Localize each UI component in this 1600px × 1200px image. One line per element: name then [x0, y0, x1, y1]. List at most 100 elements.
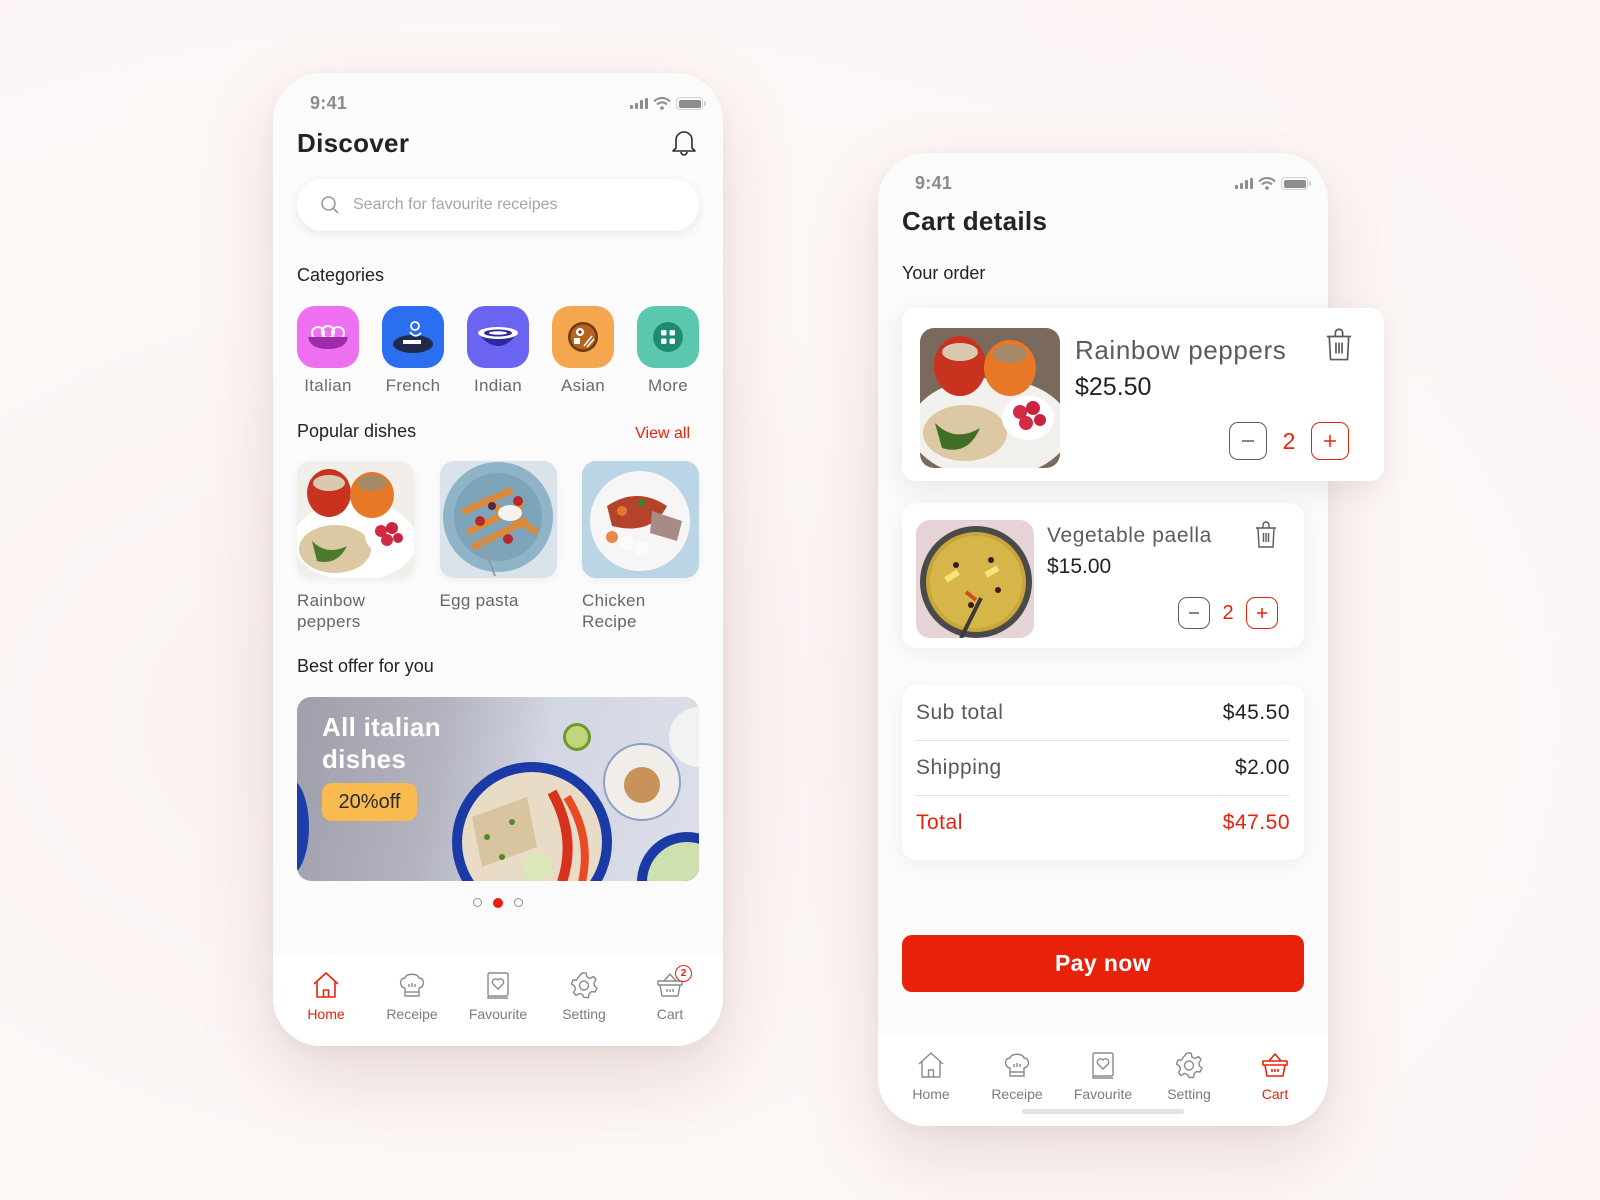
tab-label: Receipe: [386, 1006, 438, 1022]
total-value: $47.50: [1222, 811, 1290, 834]
cart-item-image-vegetable-paella: [916, 520, 1034, 638]
increase-quantity-button[interactable]: [1246, 597, 1278, 629]
tab-label: Home: [307, 1006, 345, 1022]
category-indian[interactable]: Indian: [467, 306, 529, 396]
popular-dishes-heading: Popular dishes: [297, 421, 417, 441]
dish-name: Egg pasta: [439, 591, 519, 610]
cart-item: Vegetable paella $15.00 2: [902, 503, 1304, 648]
home-icon: [918, 1052, 944, 1078]
shipping-value: $2.00: [1234, 756, 1290, 779]
bell-icon[interactable]: [667, 125, 701, 159]
search-input[interactable]: [353, 196, 673, 214]
dish-card[interactable]: Egg pasta: [439, 461, 557, 632]
signal-icon: [630, 98, 648, 109]
tab-setting[interactable]: Setting: [541, 954, 627, 1046]
dish-image-egg-pasta: [439, 461, 557, 578]
quantity-stepper: 2: [1178, 597, 1278, 629]
categories-heading: Categories: [297, 265, 385, 285]
cart-item-elevated: Rainbow peppers $25.50 2: [902, 308, 1384, 481]
tab-home[interactable]: Home: [283, 954, 369, 1046]
page-title: Cart details: [902, 206, 1048, 236]
chef-hat-icon: [1004, 1053, 1030, 1077]
tab-receipe[interactable]: Receipe: [369, 954, 455, 1046]
tab-label: Cart: [656, 1006, 684, 1022]
tab-label: Cart: [1261, 1086, 1289, 1102]
subtotal-value: $45.50: [1222, 700, 1290, 724]
pasta-bowl-icon: [297, 306, 359, 368]
tab-cart[interactable]: 2 Cart: [627, 954, 713, 1046]
quantity-value: 2: [1222, 601, 1234, 624]
shipping-row: Shipping $2.00: [916, 740, 1290, 795]
category-italian[interactable]: Italian: [297, 306, 359, 396]
search-bar[interactable]: [297, 179, 699, 231]
category-more[interactable]: More: [637, 306, 699, 396]
dish-card[interactable]: Rainbow peppers: [297, 461, 414, 632]
tab-label: Receipe: [991, 1086, 1043, 1102]
tab-favourite[interactable]: Favourite: [455, 954, 541, 1046]
decrease-quantity-button[interactable]: [1178, 597, 1210, 629]
chef-hat-icon: [399, 973, 425, 997]
discount-badge: 20%off: [322, 783, 417, 821]
basket-icon: [1262, 1053, 1288, 1077]
cart-item-name: Vegetable paella: [1047, 524, 1212, 547]
best-offer-heading: Best offer for you: [297, 656, 434, 676]
favourite-book-icon: [1092, 1052, 1114, 1079]
status-time: 9:41: [310, 93, 348, 113]
dish-image-chicken-recipe: [582, 461, 699, 578]
category-asian[interactable]: Asian: [552, 306, 614, 396]
popular-dish-list: Rainbow peppers Egg pasta Chicken Recipe: [297, 461, 699, 632]
category-french[interactable]: French: [382, 306, 444, 396]
carousel-dot-active[interactable]: [493, 898, 503, 908]
category-label: Asian: [560, 376, 606, 395]
trash-icon[interactable]: [1324, 328, 1354, 362]
discover-screen: 9:41 Discover Categories Italian: [273, 73, 723, 1046]
gear-icon: [570, 972, 598, 999]
pay-now-button[interactable]: Pay now: [902, 935, 1304, 992]
carousel-dot[interactable]: [473, 898, 482, 907]
tab-label: Setting: [1167, 1086, 1211, 1102]
tab-label: Favourite: [468, 1006, 528, 1022]
chef-plate-icon: [382, 306, 444, 368]
banner-title: All italian dishes: [322, 712, 441, 774]
dish-image-rainbow-peppers: [297, 461, 414, 578]
battery-icon: [676, 97, 706, 110]
signal-icon: [1235, 178, 1253, 189]
trash-icon[interactable]: [1254, 521, 1278, 549]
sushi-icon: [552, 306, 614, 368]
dish-card[interactable]: Chicken Recipe: [582, 461, 699, 632]
cart-item-price: $15.00: [1047, 555, 1112, 578]
tab-cart[interactable]: Cart: [1232, 1034, 1318, 1126]
cart-count-badge: 2: [675, 965, 692, 982]
bottom-tab-bar: Home Receipe Favourite Setting 2 Cart: [273, 954, 723, 1046]
home-indicator[interactable]: [1022, 1109, 1184, 1114]
total-row: Total $47.50: [916, 795, 1290, 850]
wifi-icon: [653, 97, 671, 110]
carousel-dot[interactable]: [514, 898, 523, 907]
favourite-book-icon: [487, 972, 509, 999]
category-label: More: [648, 376, 688, 395]
cart-screen: 9:41 Cart details Your order Vegetable p…: [878, 153, 1384, 1126]
status-bar: 9:41: [273, 89, 723, 117]
increase-quantity-button[interactable]: [1311, 422, 1349, 460]
grid-icon: [637, 306, 699, 368]
tab-label: Favourite: [1073, 1086, 1133, 1102]
carousel-dots: [273, 898, 723, 908]
category-label: French: [385, 376, 441, 395]
curry-bowl-icon: [467, 306, 529, 368]
status-time: 9:41: [915, 173, 953, 193]
dish-name: Chicken Recipe: [582, 591, 646, 631]
total-label: Total: [916, 811, 963, 834]
search-icon: [321, 196, 339, 214]
gear-icon: [1175, 1052, 1203, 1079]
tab-home[interactable]: Home: [888, 1034, 974, 1126]
offer-banner[interactable]: All italian dishes 20%off: [297, 697, 699, 881]
decrease-quantity-button[interactable]: [1229, 422, 1267, 460]
category-label: Indian: [473, 376, 523, 395]
home-icon: [313, 972, 339, 998]
page-title: Discover: [297, 128, 410, 158]
cart-item-name: Rainbow peppers: [1075, 335, 1287, 365]
status-bar: 9:41: [878, 169, 1328, 197]
battery-icon: [1281, 177, 1311, 190]
your-order-heading: Your order: [902, 263, 986, 283]
view-all-link[interactable]: View all: [635, 425, 690, 443]
